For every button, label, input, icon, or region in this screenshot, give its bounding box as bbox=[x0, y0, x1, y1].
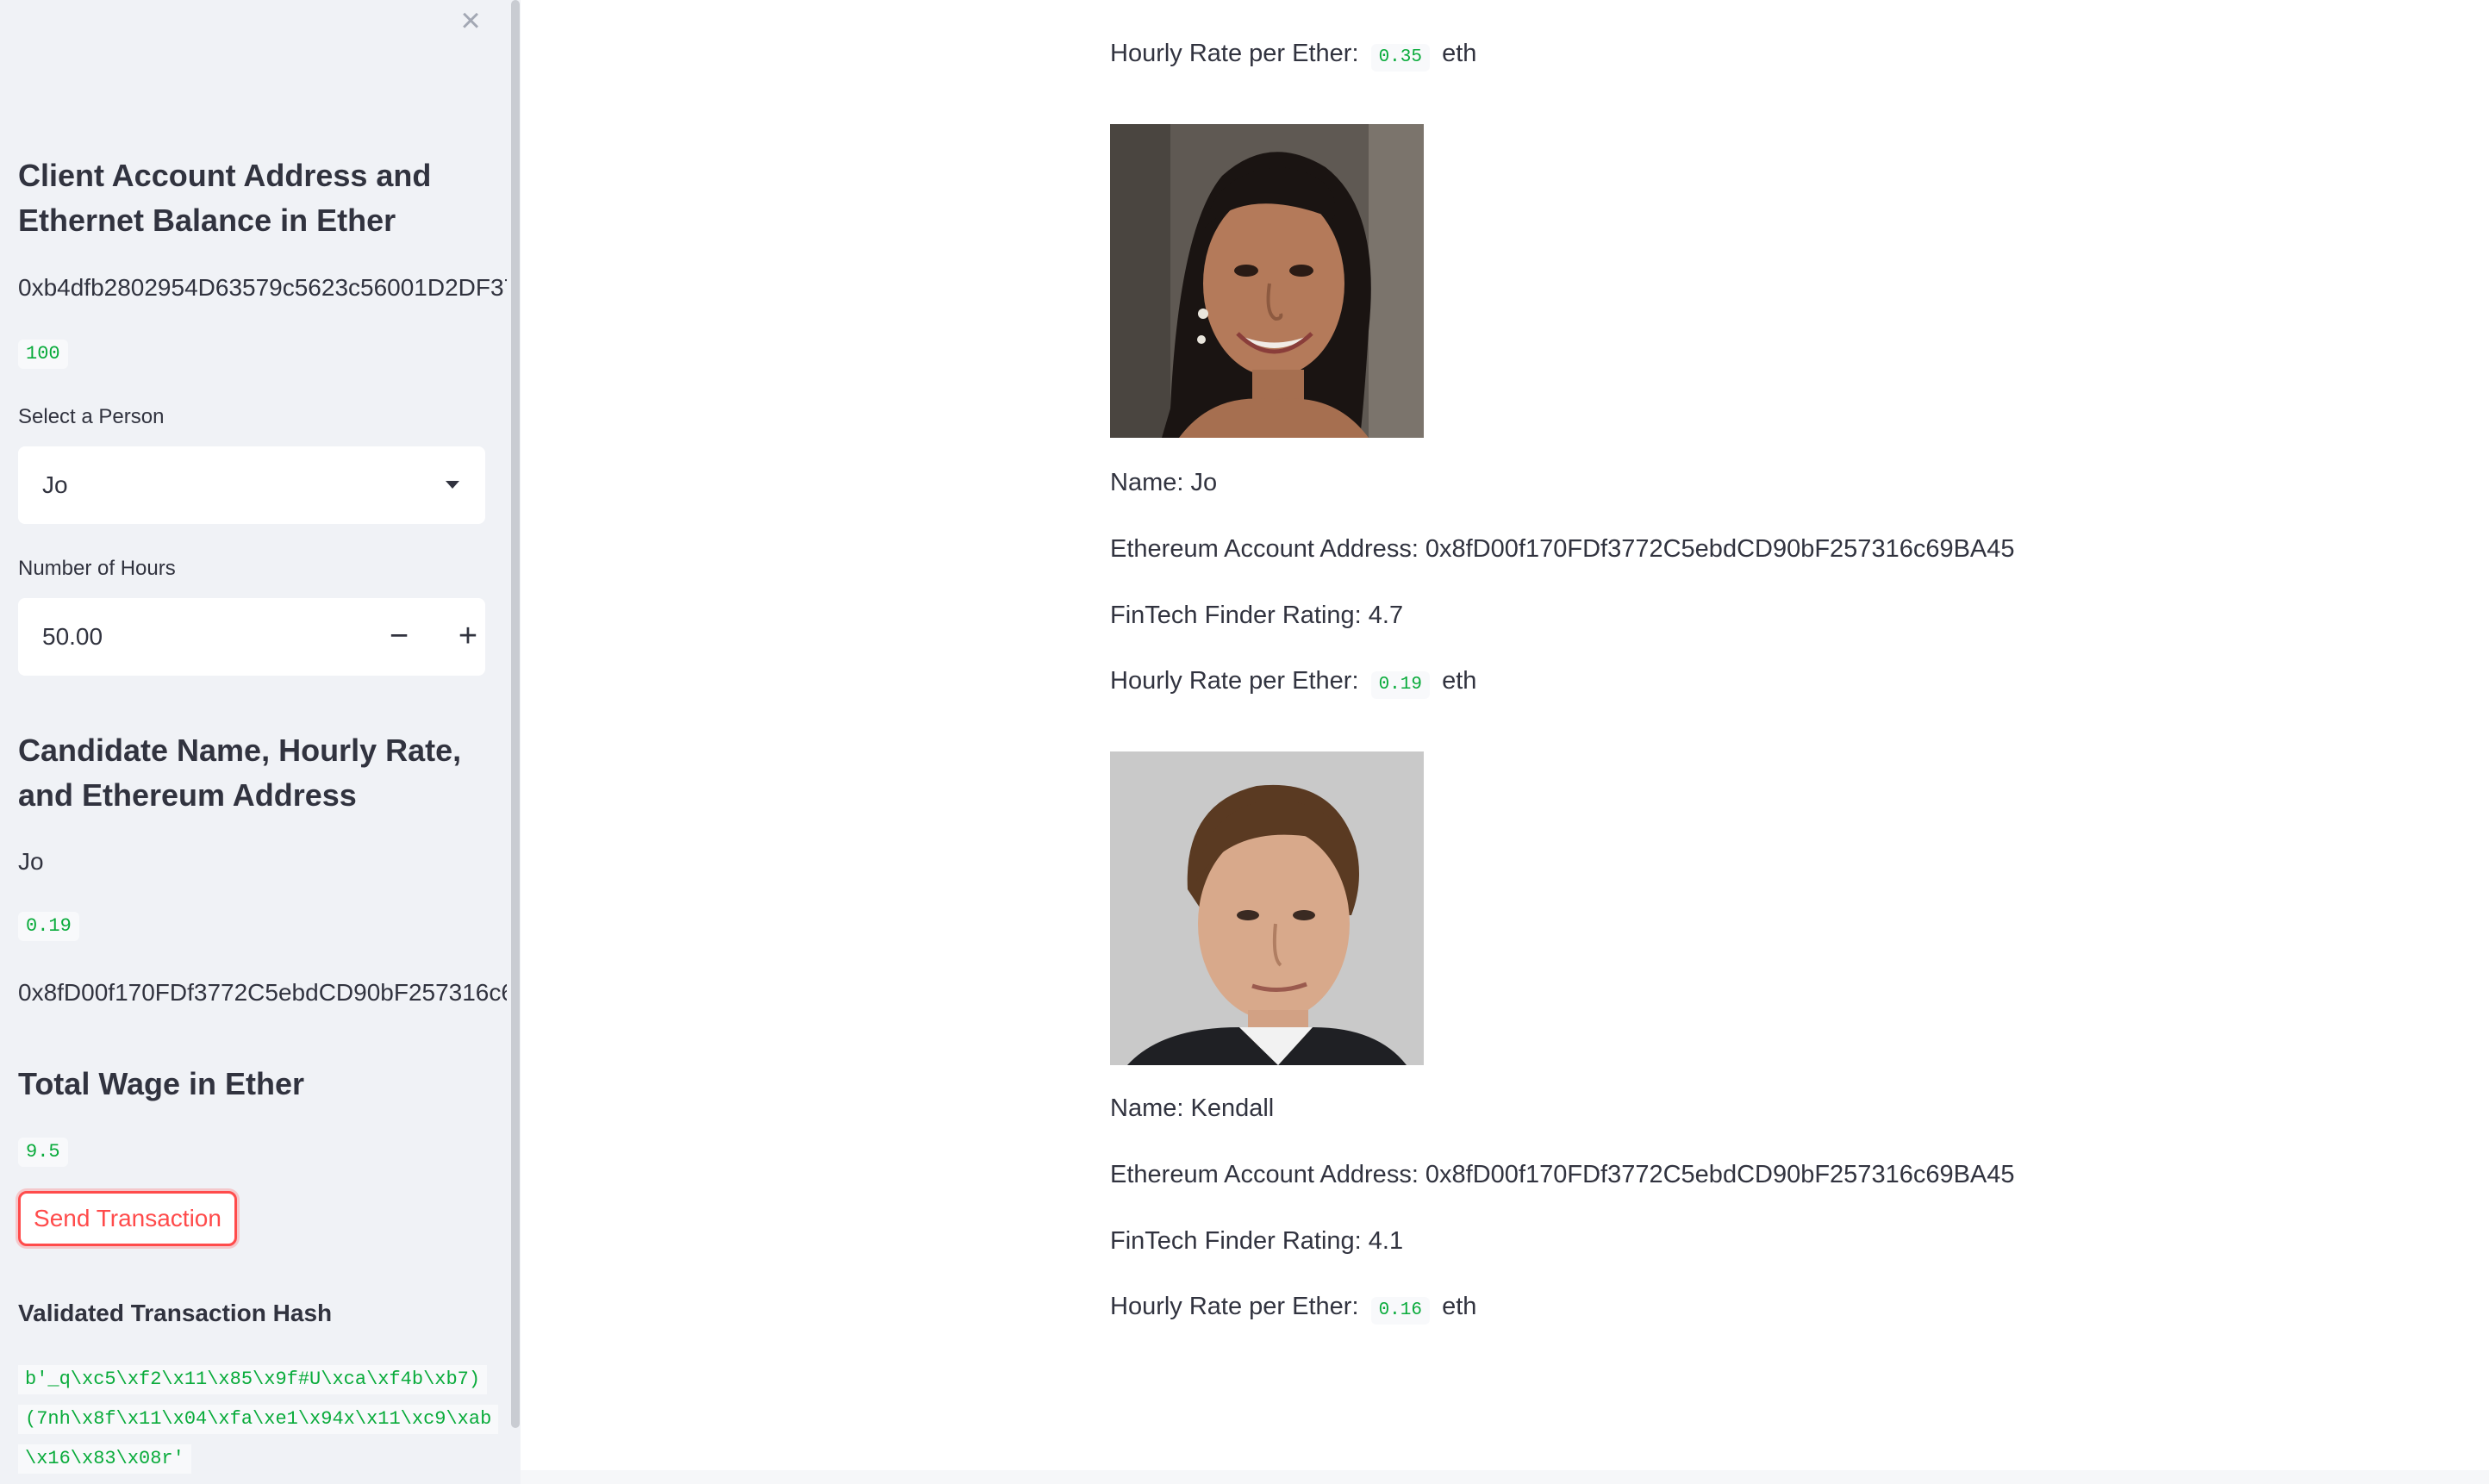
total-wage-value: 9.5 bbox=[18, 1138, 68, 1167]
candidate-name: Name: Kendall bbox=[1110, 1094, 1275, 1122]
total-wage-heading: Total Wage in Ether bbox=[18, 1066, 305, 1101]
sidebar-scrollbar-thumb[interactable] bbox=[511, 0, 520, 1428]
candidate-address: Ethereum Account Address: 0x8fD00f170FDf… bbox=[1110, 535, 2015, 563]
candidate-name: Jo bbox=[18, 848, 44, 875]
rate-unit: eth bbox=[1442, 667, 1477, 695]
close-sidebar-icon[interactable]: × bbox=[450, 3, 491, 41]
rate-unit: eth bbox=[1442, 40, 1477, 67]
rate-unit: eth bbox=[1442, 1293, 1477, 1320]
chevron-down-icon bbox=[446, 481, 459, 489]
previous-candidate-rate-row: Hourly Rate per Ether: 0.35 eth bbox=[1110, 40, 1477, 72]
candidate-photo-jo bbox=[1110, 124, 1424, 438]
increment-hours-button[interactable]: + bbox=[434, 598, 502, 676]
total-wage: 9.5 bbox=[18, 1138, 68, 1167]
selected-person-value: Jo bbox=[42, 471, 68, 498]
transaction-hash-line: \x16\x83\x08r' bbox=[18, 1444, 191, 1474]
sidebar: × Client Account Address and Ethernet Ba… bbox=[0, 0, 521, 1484]
candidate-address: 0x8fD00f170FDf3772C5ebdCD90bF257316c69BA… bbox=[18, 979, 521, 1006]
decrement-hours-button[interactable]: − bbox=[365, 598, 434, 676]
transaction-hash-line: (7nh\x8f\x11\x04\xfa\xe1\x94x\x11\xc9\xa… bbox=[18, 1405, 499, 1434]
transaction-hash-line: b'_q\xc5\xf2\x11\x85\x9f#U\xca\xf4b\xb7) bbox=[18, 1365, 488, 1394]
candidate-rate-value: 0.19 bbox=[18, 912, 79, 941]
sidebar-scrollbar[interactable] bbox=[507, 0, 521, 1484]
rate-label: Hourly Rate per Ether: bbox=[1110, 667, 1359, 695]
candidate-heading: Candidate Name, Hourly Rate, and Ethereu… bbox=[18, 733, 462, 813]
transaction-hash-heading: Validated Transaction Hash bbox=[18, 1300, 333, 1326]
candidate-address: Ethereum Account Address: 0x8fD00f170FDf… bbox=[1110, 1161, 2015, 1188]
candidate-rate-row: Hourly Rate per Ether: 0.19 eth bbox=[1110, 664, 1476, 699]
select-person-dropdown[interactable]: Jo bbox=[18, 446, 485, 524]
rate-value: 0.19 bbox=[1370, 671, 1430, 699]
select-person-label: Select a Person bbox=[18, 405, 165, 428]
candidate-name: Name: Jo bbox=[1110, 469, 1218, 496]
rate-label: Hourly Rate per Ether: bbox=[1110, 40, 1359, 67]
candidate-rate-row: Hourly Rate per Ether: 0.16 eth bbox=[1110, 1289, 1476, 1325]
client-account-address: 0xb4dfb2802954D63579c5623c56001D2DF37093 bbox=[18, 274, 521, 301]
rate-value: 0.16 bbox=[1370, 1297, 1430, 1325]
hours-value[interactable]: 50.00 bbox=[42, 619, 103, 655]
send-transaction-button[interactable]: Send Transaction bbox=[18, 1191, 237, 1246]
candidate-rating: FinTech Finder Rating: 4.7 bbox=[1110, 602, 1404, 629]
bottom-edge bbox=[521, 1470, 2489, 1484]
rate-value: 0.35 bbox=[1370, 44, 1430, 72]
rate-label: Hourly Rate per Ether: bbox=[1110, 1293, 1359, 1320]
candidate-photo bbox=[1110, 124, 1424, 438]
candidate-rate: 0.19 bbox=[18, 912, 79, 941]
candidate-photo-kendall bbox=[1110, 751, 1424, 1065]
candidate-rating: FinTech Finder Rating: 4.1 bbox=[1110, 1227, 1404, 1255]
client-balance-value: 100 bbox=[18, 340, 68, 369]
client-balance: 100 bbox=[18, 340, 68, 369]
number-of-hours-label: Number of Hours bbox=[18, 557, 176, 580]
candidate-photo bbox=[1110, 751, 1424, 1065]
number-of-hours-input[interactable]: 50.00 − + bbox=[18, 598, 485, 676]
client-account-heading: Client Account Address and Ethernet Bala… bbox=[18, 158, 432, 238]
